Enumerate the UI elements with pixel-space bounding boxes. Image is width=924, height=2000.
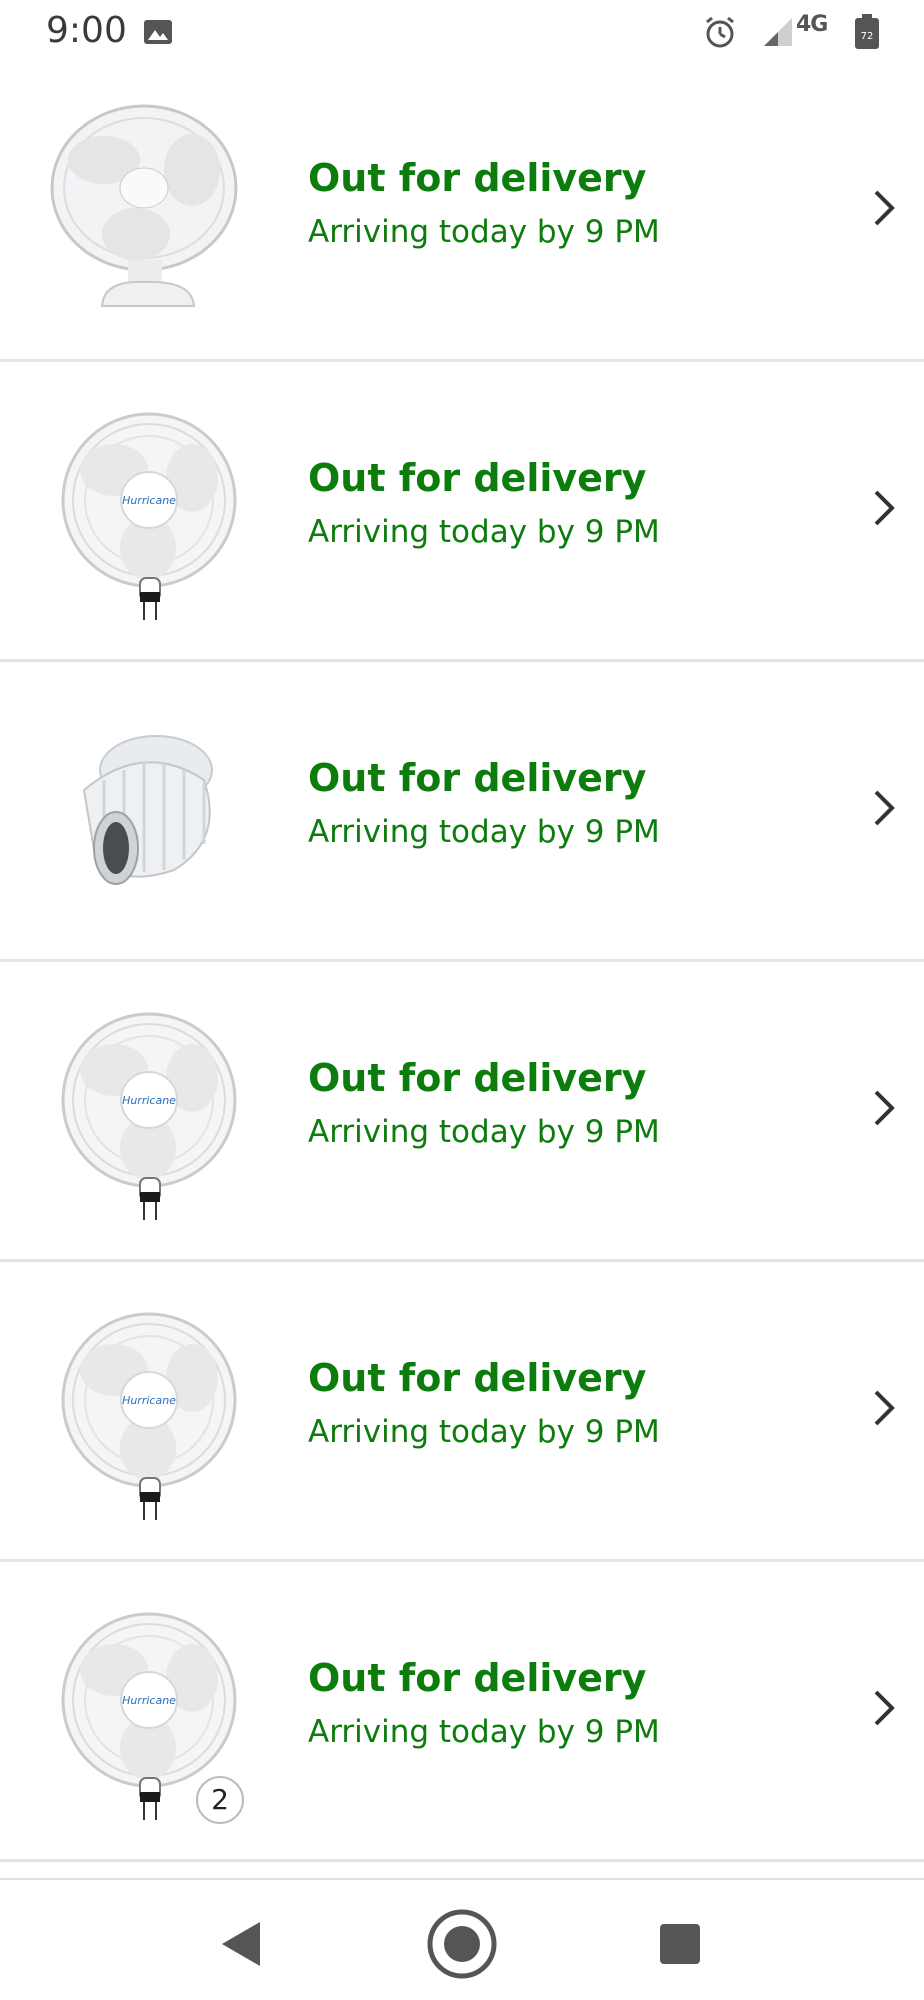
arrival-time: Arriving today by 9 PM (308, 1714, 660, 1750)
status-bar: 9:00 4G 72 (0, 0, 924, 64)
delivery-status: Out for delivery (308, 156, 647, 200)
arrival-time: Arriving today by 9 PM (308, 1114, 660, 1150)
delivery-status: Out for delivery (308, 756, 647, 800)
product-image-wall-fan (61, 1012, 237, 1220)
signal-icon (764, 18, 792, 46)
order-row[interactable]: Out for delivery Arriving today by 9 PM (0, 364, 924, 662)
status-time: 9:00 (46, 10, 127, 51)
chevron-right-icon[interactable] (868, 1684, 902, 1732)
chevron-right-icon[interactable] (868, 484, 902, 532)
product-image-wall-fan (61, 1312, 237, 1520)
arrival-time: Arriving today by 9 PM (308, 1414, 660, 1450)
product-image-table-fan (50, 104, 238, 307)
delivery-status: Out for delivery (308, 1056, 647, 1100)
arrival-time: Arriving today by 9 PM (308, 814, 660, 850)
order-row[interactable]: Out for delivery Arriving today by 9 PM (0, 964, 924, 1262)
arrival-time: Arriving today by 9 PM (308, 514, 660, 550)
battery-level: 72 (861, 31, 874, 42)
network-type: 4G (796, 12, 828, 37)
chevron-right-icon[interactable] (868, 1084, 902, 1132)
arrival-time: Arriving today by 9 PM (308, 214, 660, 250)
delivery-status: Out for delivery (308, 456, 647, 500)
quantity-badge: 2 (196, 1776, 244, 1824)
product-image-wall-fan (61, 412, 237, 620)
order-row[interactable]: Out for delivery Arriving today by 9 PM (0, 1264, 924, 1562)
alarm-icon (706, 16, 734, 48)
order-row[interactable]: Out for delivery Arriving today by 9 PM (0, 64, 924, 362)
delivery-status: Out for delivery (308, 1656, 647, 1700)
delivery-status: Out for delivery (308, 1356, 647, 1400)
order-row[interactable]: Out for delivery Arriving today by 9 PM (0, 664, 924, 962)
order-row[interactable]: 2 Out for delivery Arriving today by 9 P… (0, 1564, 924, 1862)
battery-icon: 72 (855, 14, 879, 49)
chevron-right-icon[interactable] (868, 184, 902, 232)
chevron-right-icon[interactable] (868, 1384, 902, 1432)
back-button[interactable] (202, 1904, 282, 1984)
navigation-bar (0, 1878, 924, 2000)
chevron-right-icon[interactable] (868, 784, 902, 832)
home-button[interactable] (422, 1904, 502, 1984)
recents-button[interactable] (640, 1904, 720, 1984)
product-image-flexible-duct (82, 735, 213, 885)
gallery-icon (144, 20, 172, 44)
